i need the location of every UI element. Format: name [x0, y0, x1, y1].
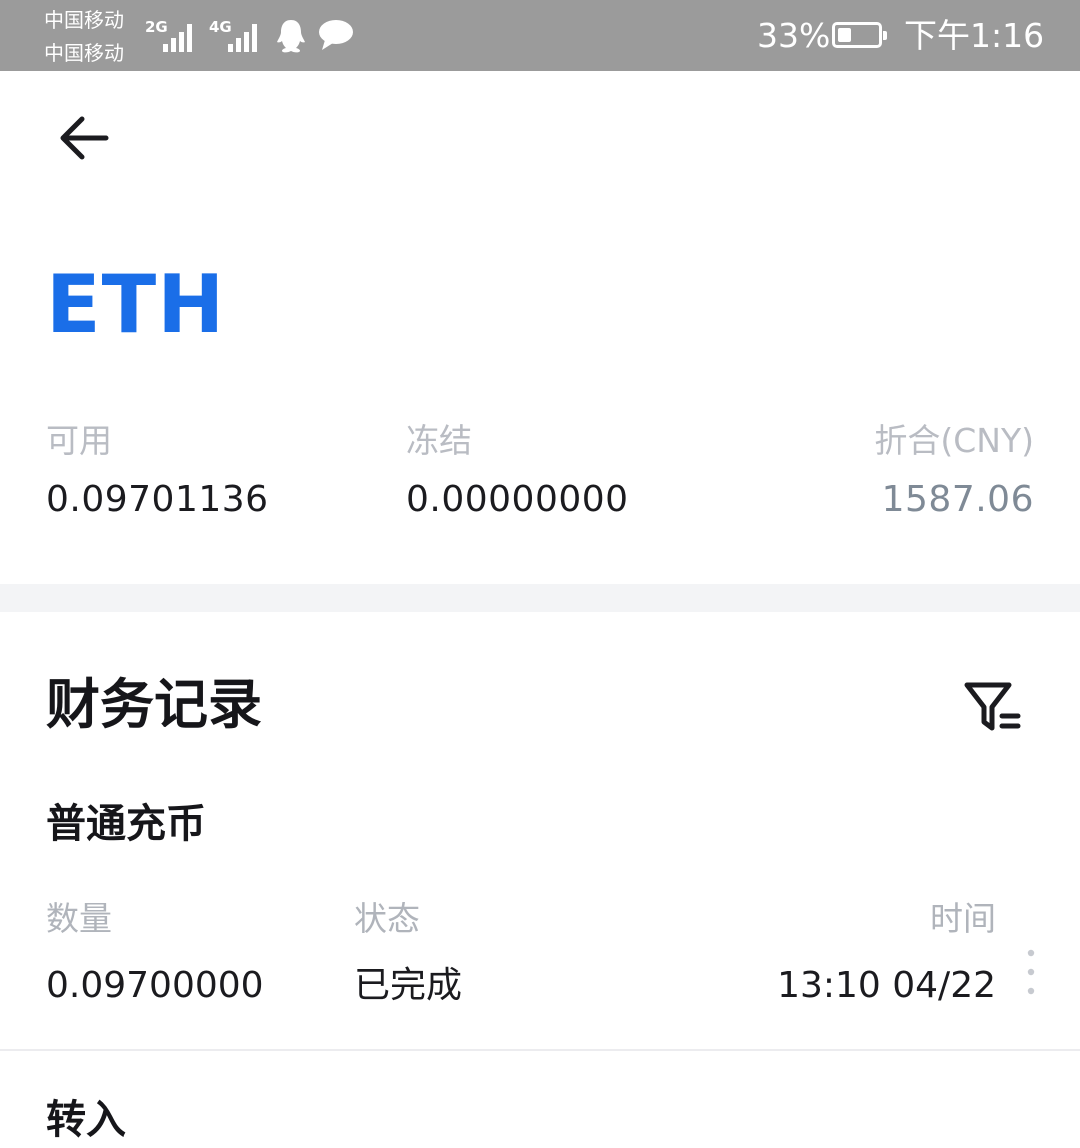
arrow-left-icon[interactable]: [56, 112, 112, 164]
status-bar: 中国移动 中国移动 2G 4G 33% 下午1:16: [0, 0, 1080, 71]
carrier-name-2: 中国移动: [44, 41, 124, 65]
status-value: 已完成: [354, 965, 463, 1006]
status-label: 状态: [354, 899, 420, 938]
more-vertical-icon[interactable]: [1022, 948, 1040, 1000]
section-divider: [0, 584, 1080, 612]
records-title: 财务记录: [46, 673, 262, 736]
time-label: 时间: [930, 899, 996, 938]
status-time: 下午1:16: [904, 16, 1045, 55]
record-type[interactable]: 普通充币: [46, 796, 206, 852]
row-divider: [0, 1049, 1080, 1051]
battery-percent: 33%: [757, 16, 831, 55]
available-label: 可用: [46, 421, 112, 460]
signal-icon: [163, 20, 199, 52]
record-type[interactable]: 转入: [46, 1092, 126, 1148]
filter-icon[interactable]: [962, 680, 1022, 734]
frozen-label: 冻结: [406, 421, 472, 460]
signal-icon: [228, 20, 264, 52]
battery-icon: [832, 22, 887, 48]
time-value: 13:10 04/22: [777, 965, 996, 1006]
message-icon: [319, 20, 353, 50]
amount-label: 数量: [46, 899, 112, 938]
coin-title: ETH: [46, 258, 226, 351]
amount-value: 0.09700000: [46, 965, 264, 1006]
converted-value: 1587.06: [881, 479, 1034, 520]
available-value: 0.09701136: [46, 479, 269, 520]
frozen-value: 0.00000000: [406, 479, 629, 520]
converted-label: 折合(CNY): [874, 421, 1034, 460]
qq-icon: [277, 20, 305, 53]
carrier-name-1: 中国移动: [44, 8, 124, 32]
